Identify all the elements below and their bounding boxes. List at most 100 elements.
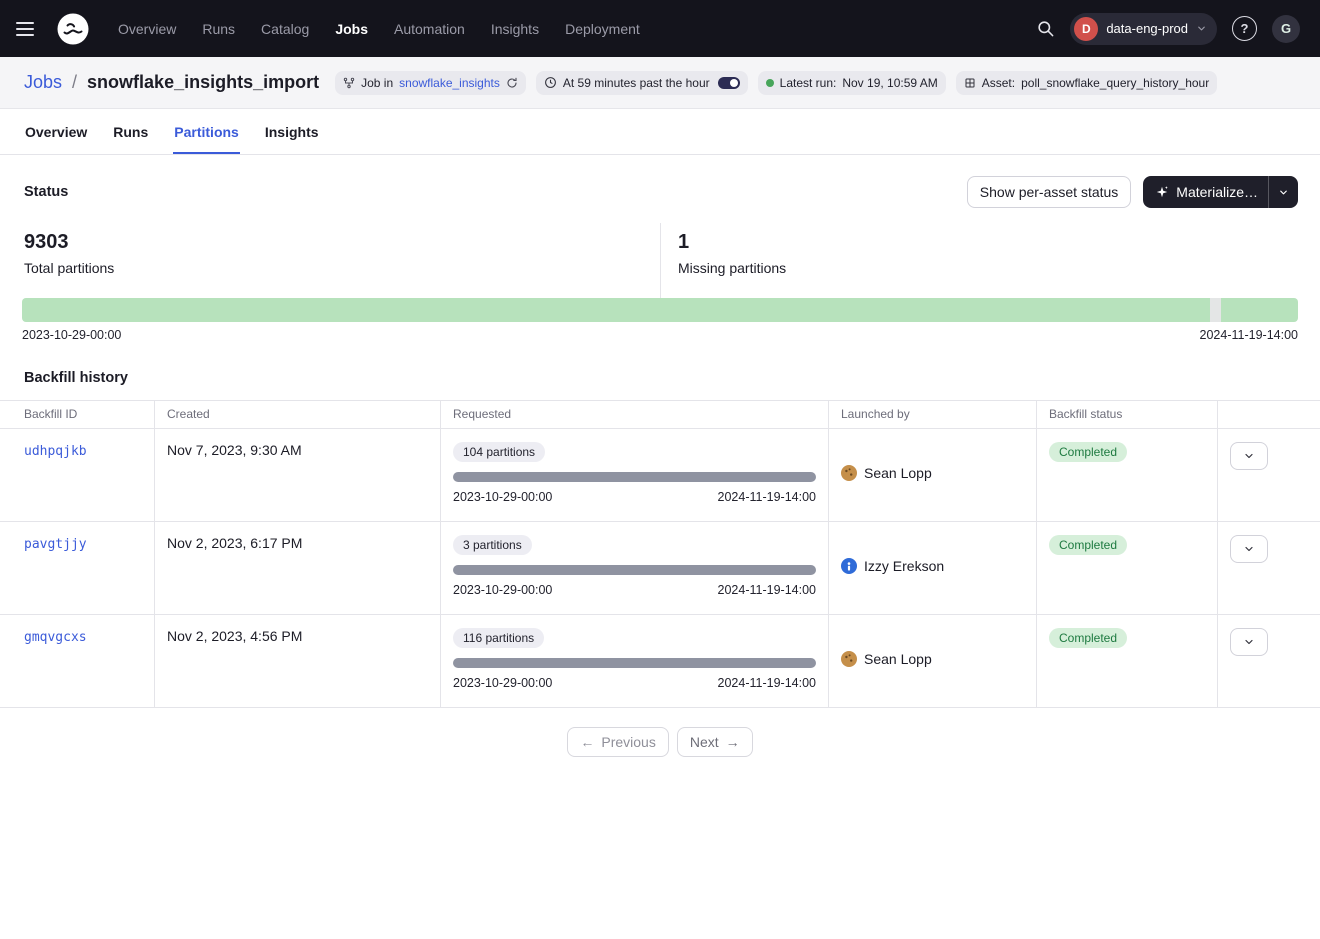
partition-count-badge: 104 partitions	[453, 442, 545, 462]
materialize-dropdown-button[interactable]	[1268, 176, 1298, 208]
nav-item-catalog[interactable]: Catalog	[261, 21, 309, 37]
partition-stats: 9303 Total partitions 1 Missing partitio…	[0, 223, 1320, 298]
missing-partitions-stat: 1 Missing partitions	[660, 223, 1320, 298]
backfill-range-end: 2024-11-19-14:00	[718, 490, 816, 504]
nav-item-runs[interactable]: Runs	[202, 21, 235, 37]
nav-item-jobs[interactable]: Jobs	[335, 21, 368, 37]
launched-by-cell: Sean Lopp	[829, 615, 1037, 707]
row-actions-button[interactable]	[1230, 442, 1268, 470]
launched-by-cell: Izzy Erekson	[829, 522, 1037, 614]
partition-count-badge: 3 partitions	[453, 535, 532, 555]
status-badge: Completed	[1049, 442, 1127, 462]
missing-partition-segment	[1210, 298, 1221, 322]
tab-runs[interactable]: Runs	[112, 109, 149, 154]
partition-status-bar[interactable]	[22, 298, 1298, 322]
asset-tag: Asset: poll_snowflake_query_history_hour	[956, 71, 1217, 95]
col-requested: Requested	[441, 401, 829, 428]
table-row: udhpqjkb Nov 7, 2023, 9:30 AM 104 partit…	[0, 429, 1320, 522]
missing-partitions-label: Missing partitions	[678, 260, 1296, 276]
latest-run-label: Latest run:	[780, 76, 837, 90]
nav-item-automation[interactable]: Automation	[394, 21, 465, 37]
partition-count-badge: 116 partitions	[453, 628, 544, 648]
total-partitions-label: Total partitions	[24, 260, 636, 276]
backfill-id-link[interactable]: pavgtjjy	[24, 537, 87, 552]
show-per-asset-status-button[interactable]: Show per-asset status	[967, 176, 1132, 208]
status-badge: Completed	[1049, 535, 1127, 555]
chevron-down-icon	[1243, 543, 1255, 555]
table-row: pavgtjjy Nov 2, 2023, 6:17 PM 3 partitio…	[0, 522, 1320, 615]
launched-by-cell: Sean Lopp	[829, 429, 1037, 521]
next-page-button[interactable]: Next →	[677, 727, 753, 757]
latest-run-link[interactable]: Nov 19, 10:59 AM	[842, 76, 937, 90]
missing-partitions-value: 1	[678, 231, 1296, 254]
col-created: Created	[155, 401, 441, 428]
tab-partitions[interactable]: Partitions	[173, 109, 240, 154]
pagination: ← Previous Next →	[0, 727, 1320, 757]
backfill-range-start: 2023-10-29-00:00	[453, 490, 552, 504]
schedule-toggle[interactable]	[718, 77, 740, 89]
deployment-name: data-eng-prod	[1106, 21, 1188, 36]
col-backfill-status: Backfill status	[1037, 401, 1218, 428]
schedule-label: At 59 minutes past the hour	[563, 76, 710, 90]
arrow-left-icon: ←	[580, 734, 594, 750]
user-avatar	[841, 651, 857, 667]
next-label: Next	[690, 734, 719, 750]
requested-cell: 3 partitions 2023-10-29-00:00 2024-11-19…	[441, 522, 829, 614]
nav-item-overview[interactable]: Overview	[118, 21, 176, 37]
job-location-tag: Job in snowflake_insights	[335, 71, 526, 95]
partition-range-end: 2024-11-19-14:00	[1200, 328, 1298, 342]
backfill-range-bar	[453, 565, 816, 575]
col-actions	[1218, 401, 1320, 428]
backfill-range-start: 2023-10-29-00:00	[453, 583, 552, 597]
backfill-table-header: Backfill ID Created Requested Launched b…	[0, 401, 1320, 429]
total-partitions-stat: 9303 Total partitions	[0, 223, 660, 298]
user-avatar	[841, 558, 857, 574]
tab-insights[interactable]: Insights	[264, 109, 320, 154]
row-actions-button[interactable]	[1230, 628, 1268, 656]
row-actions-button[interactable]	[1230, 535, 1268, 563]
nav-item-insights[interactable]: Insights	[491, 21, 539, 37]
deployment-badge: D	[1074, 17, 1098, 41]
launched-by-name: Sean Lopp	[864, 651, 932, 667]
materialize-button[interactable]: Materialize…	[1143, 176, 1268, 208]
backfill-history-heading: Backfill history	[0, 342, 1320, 400]
clock-icon	[544, 76, 557, 89]
sparkle-icon	[1155, 185, 1169, 199]
partition-range-labels: 2023-10-29-00:00 2024-11-19-14:00	[22, 328, 1298, 342]
nav-item-deployment[interactable]: Deployment	[565, 21, 640, 37]
run-status-dot-icon	[766, 79, 774, 87]
search-icon[interactable]	[1036, 19, 1055, 38]
chevron-down-icon	[1243, 636, 1255, 648]
requested-cell: 104 partitions 2023-10-29-00:00 2024-11-…	[441, 429, 829, 521]
breadcrumb-separator: /	[72, 72, 77, 93]
previous-page-button[interactable]: ← Previous	[567, 727, 668, 757]
latest-run-tag: Latest run: Nov 19, 10:59 AM	[758, 71, 946, 95]
workflow-icon	[343, 77, 355, 89]
refresh-icon[interactable]	[506, 77, 518, 89]
asset-link[interactable]: poll_snowflake_query_history_hour	[1021, 76, 1209, 90]
user-avatar[interactable]: G	[1272, 15, 1300, 43]
backfill-id-link[interactable]: gmqvgcxs	[24, 630, 87, 645]
breadcrumb-jobs-link[interactable]: Jobs	[24, 72, 62, 93]
partition-range-start: 2023-10-29-00:00	[22, 328, 121, 342]
dagster-logo-icon[interactable]	[56, 12, 90, 46]
partition-status-section: 2023-10-29-00:00 2024-11-19-14:00	[0, 298, 1320, 342]
backfill-range-end: 2024-11-19-14:00	[718, 676, 816, 690]
backfill-range-bar	[453, 658, 816, 668]
help-icon[interactable]: ?	[1232, 16, 1257, 41]
asset-grid-icon	[964, 77, 976, 89]
col-backfill-id: Backfill ID	[0, 401, 155, 428]
code-location-link[interactable]: snowflake_insights	[399, 76, 500, 90]
status-badge: Completed	[1049, 628, 1127, 648]
created-cell: Nov 7, 2023, 9:30 AM	[155, 429, 441, 521]
launched-by-name: Sean Lopp	[864, 465, 932, 481]
backfill-id-link[interactable]: udhpqjkb	[24, 444, 87, 459]
status-header: Status Show per-asset status Materialize…	[0, 155, 1320, 223]
tab-overview[interactable]: Overview	[24, 109, 88, 154]
deployment-switcher[interactable]: D data-eng-prod	[1070, 13, 1217, 45]
total-partitions-value: 9303	[24, 231, 636, 254]
menu-icon[interactable]	[16, 12, 46, 46]
created-cell: Nov 2, 2023, 4:56 PM	[155, 615, 441, 707]
user-avatar	[841, 465, 857, 481]
page-tabs: Overview Runs Partitions Insights	[0, 109, 1320, 155]
